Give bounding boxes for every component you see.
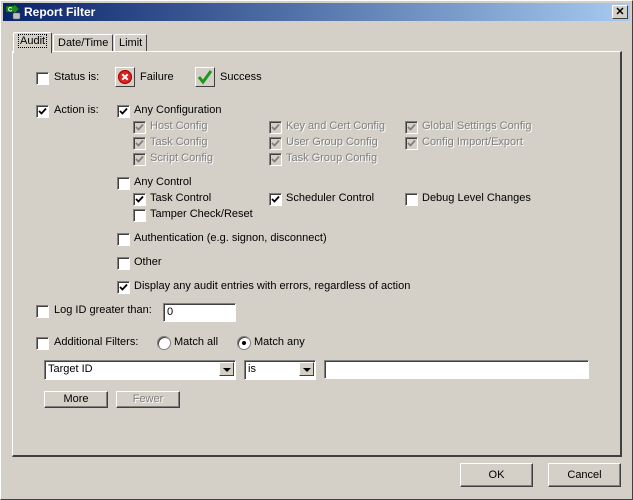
report-filter-dialog: C Report Filter ✕ Audit Date/Time Limit … xyxy=(0,0,633,500)
filter-operator-value: is xyxy=(248,363,256,375)
user-group-config-label: User Group Config xyxy=(286,136,378,148)
checkmark-icon xyxy=(271,155,280,163)
user-group-config-checkbox[interactable] xyxy=(269,137,282,150)
filter-field-select[interactable]: Target ID xyxy=(44,360,236,380)
ok-button[interactable]: OK xyxy=(460,463,533,487)
success-toggle-button[interactable] xyxy=(195,67,215,87)
success-checkmark-icon xyxy=(197,70,213,85)
action-checkbox[interactable] xyxy=(36,105,49,118)
fewer-button[interactable]: Fewer xyxy=(116,391,180,408)
checkmark-icon xyxy=(38,107,47,115)
chevron-down-icon[interactable] xyxy=(299,362,314,376)
svg-text:C: C xyxy=(8,8,13,14)
match-any-radio[interactable] xyxy=(237,336,251,350)
radio-selected-dot xyxy=(242,341,246,345)
checkmark-icon xyxy=(135,139,144,147)
authentication-checkbox[interactable] xyxy=(117,233,130,246)
app-icon: C xyxy=(5,3,21,20)
match-all-label: Match all xyxy=(174,336,219,348)
task-config-checkbox[interactable] xyxy=(133,137,146,150)
more-button[interactable]: More xyxy=(44,391,108,408)
key-cert-config-checkbox[interactable] xyxy=(269,121,282,134)
checkmark-icon xyxy=(407,139,416,147)
log-id-input[interactable]: 0 xyxy=(163,303,236,322)
tamper-check-reset-label: Tamper Check/Reset xyxy=(150,208,253,220)
script-config-label: Script Config xyxy=(150,152,213,164)
global-settings-config-label: Global Settings Config xyxy=(422,120,532,132)
tab-audit[interactable]: Audit xyxy=(13,32,53,53)
checkmark-icon xyxy=(271,139,280,147)
host-config-label: Host Config xyxy=(150,120,208,132)
match-all-radio[interactable] xyxy=(157,336,171,350)
config-import-export-checkbox[interactable] xyxy=(405,137,418,150)
tamper-check-reset-checkbox[interactable] xyxy=(133,209,146,222)
checkmark-icon xyxy=(407,123,416,131)
close-icon: ✕ xyxy=(615,6,625,18)
any-configuration-label: Any Configuration xyxy=(134,104,222,116)
match-any-label: Match any xyxy=(254,336,305,348)
task-config-label: Task Config xyxy=(150,136,208,148)
tab-date-time[interactable]: Date/Time xyxy=(53,34,114,52)
any-control-checkbox[interactable] xyxy=(117,177,130,190)
script-config-checkbox[interactable] xyxy=(133,153,146,166)
task-group-config-checkbox[interactable] xyxy=(269,153,282,166)
log-id-label: Log ID greater than: xyxy=(54,304,152,316)
tab-limit[interactable]: Limit xyxy=(114,34,148,52)
any-configuration-checkbox[interactable] xyxy=(117,105,130,118)
checkmark-icon xyxy=(271,123,280,131)
config-import-export-label: Config Import/Export xyxy=(422,136,523,148)
checkmark-icon xyxy=(135,155,144,163)
tab-date-time-label: Date/Time xyxy=(58,37,109,49)
failure-label: Failure xyxy=(140,71,174,83)
tab-limit-label: Limit xyxy=(119,37,143,49)
checkmark-icon xyxy=(135,195,144,203)
filter-field-value: Target ID xyxy=(48,363,93,375)
display-errors-label: Display any audit entries with errors, r… xyxy=(134,280,411,292)
scheduler-control-label: Scheduler Control xyxy=(286,192,375,204)
failure-icon xyxy=(118,70,132,84)
failure-toggle-button[interactable] xyxy=(115,67,135,87)
close-button[interactable]: ✕ xyxy=(612,5,628,19)
debug-level-changes-label: Debug Level Changes xyxy=(422,192,531,204)
additional-filters-checkbox[interactable] xyxy=(36,337,49,350)
display-errors-checkbox[interactable] xyxy=(117,281,130,294)
status-label: Status is: xyxy=(54,71,100,83)
task-group-config-label: Task Group Config xyxy=(286,152,378,164)
filter-operator-select[interactable]: is xyxy=(244,360,316,380)
task-control-label: Task Control xyxy=(150,192,212,204)
other-checkbox[interactable] xyxy=(117,257,130,270)
debug-level-changes-checkbox[interactable] xyxy=(405,193,418,206)
checkmark-icon xyxy=(119,283,128,291)
checkmark-icon xyxy=(135,123,144,131)
cancel-button[interactable]: Cancel xyxy=(548,463,621,487)
additional-filters-label: Additional Filters: xyxy=(54,336,139,348)
task-control-checkbox[interactable] xyxy=(133,193,146,206)
filter-value-input[interactable] xyxy=(324,360,589,379)
success-label: Success xyxy=(220,71,262,83)
checkmark-icon xyxy=(271,195,280,203)
scheduler-control-checkbox[interactable] xyxy=(269,193,282,206)
log-id-checkbox[interactable] xyxy=(36,305,49,318)
checkmark-icon xyxy=(119,107,128,115)
any-control-label: Any Control xyxy=(134,176,192,188)
status-checkbox[interactable] xyxy=(36,72,49,85)
title-bar: C Report Filter ✕ xyxy=(3,3,630,21)
window-title: Report Filter xyxy=(24,5,96,19)
key-cert-config-label: Key and Cert Config xyxy=(286,120,386,132)
host-config-checkbox[interactable] xyxy=(133,121,146,134)
authentication-label: Authentication (e.g. signon, disconnect) xyxy=(134,232,327,244)
tab-audit-label: Audit xyxy=(18,34,48,48)
global-settings-config-checkbox[interactable] xyxy=(405,121,418,134)
chevron-down-icon[interactable] xyxy=(219,362,234,376)
other-label: Other xyxy=(134,256,162,268)
action-label: Action is: xyxy=(54,104,99,116)
